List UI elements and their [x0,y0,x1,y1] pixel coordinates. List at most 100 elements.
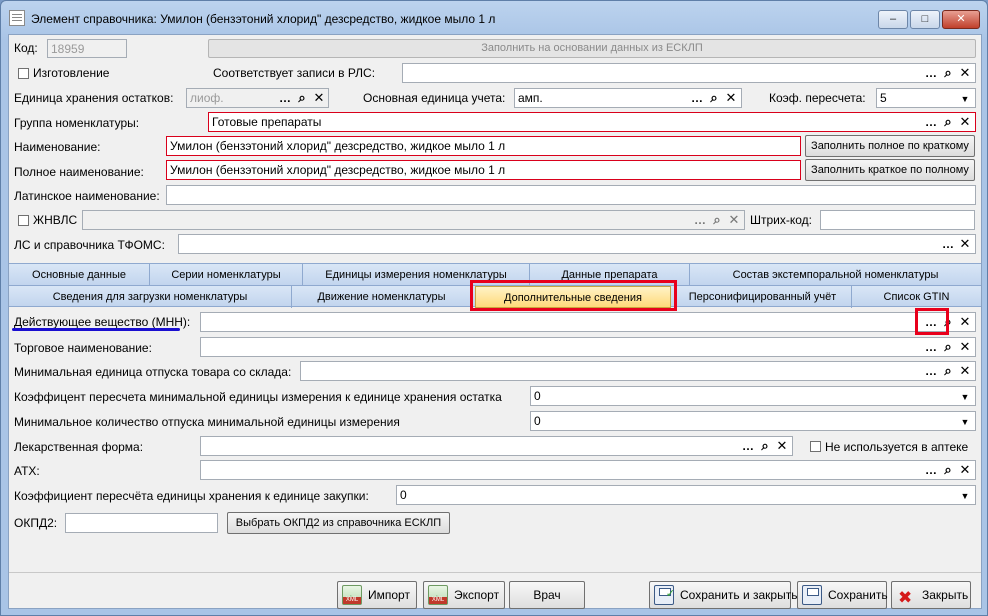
group-field[interactable]: Готовые препараты [208,112,976,132]
search-icon[interactable] [940,462,956,478]
full-name-label: Полное наименование: [14,165,144,179]
min-unit-field[interactable] [300,361,976,381]
conv-coef-label: Коэффицент пересчета минимальной единицы… [14,390,502,404]
tab-personal-accounting[interactable]: Персонифицированный учёт [674,286,852,308]
export-button[interactable]: Экспорт [423,581,505,611]
clear-icon[interactable] [723,90,739,106]
manufacture-label: Изготовление [33,66,110,80]
atc-field[interactable] [200,460,976,480]
clear-icon[interactable] [957,314,973,330]
search-icon[interactable] [709,212,725,228]
chevron-down-icon[interactable] [957,90,973,106]
tfoms-label: ЛС и справочника ТФОМС: [14,238,165,252]
code-field[interactable]: 18959 [47,39,127,58]
dosage-form-label: Лекарственная форма: [14,440,144,454]
not-used-checkbox[interactable] [810,441,821,452]
select-dots-icon[interactable] [923,65,939,81]
bottom-toolbar: Импорт Экспорт Врач Сохранить и закрыть … [9,572,981,611]
mnn-field[interactable] [200,312,976,332]
chevron-down-icon[interactable] [957,487,973,503]
close-icon [896,585,916,611]
chevron-down-icon[interactable] [957,413,973,429]
coef-select[interactable]: 5 [876,88,976,108]
full-name-input[interactable]: Умилон (бензэтоний хлорид" дезсредство, … [166,160,801,180]
purchase-coef-select[interactable]: 0 [396,485,976,505]
code-label: Код: [14,41,38,55]
select-dots-icon[interactable] [692,212,708,228]
tab-main-data[interactable]: Основные данные [9,264,150,286]
search-icon[interactable] [757,438,773,454]
search-icon[interactable] [940,65,956,81]
select-dots-icon[interactable] [923,462,939,478]
dots-button-highlight [915,308,949,335]
tab-extemporal[interactable]: Состав экстемпоральной номенклатуры [690,264,981,286]
title-bar[interactable]: Элемент справочника: Умилон (бензэтоний … [1,1,987,35]
maximize-button[interactable]: □ [910,10,940,29]
tab-upload-info[interactable]: Сведения для загрузки номенклатуры [9,286,292,308]
clear-icon[interactable] [774,438,790,454]
min-qty-select[interactable]: 0 [530,411,976,431]
fill-from-esklp-button[interactable]: Заполнить на основании данных из ЕСКЛП [208,39,976,58]
clear-icon[interactable] [957,236,973,252]
clear-icon[interactable] [957,65,973,81]
select-dots-icon[interactable] [923,114,939,130]
trade-name-label: Торговое наименование: [14,341,152,355]
barcode-label: Штрих-код: [750,213,812,227]
search-icon[interactable] [940,114,956,130]
name-input[interactable]: Умилон (бензэтоний хлорид" дезсредство, … [166,136,801,156]
chevron-down-icon[interactable] [957,388,973,404]
okpd2-select-button[interactable]: Выбрать ОКПД2 из справочника ЕСКЛП [227,512,450,534]
clear-icon[interactable] [957,363,973,379]
close-window-button[interactable]: ✕ [942,10,980,29]
select-dots-icon[interactable] [923,339,939,355]
search-icon[interactable] [940,363,956,379]
zhnvls-label: ЖНВЛС [33,213,78,227]
rls-input[interactable] [402,63,976,83]
okpd2-input[interactable] [65,513,218,533]
select-dots-icon[interactable] [689,90,705,106]
search-icon[interactable] [706,90,722,106]
clear-icon[interactable] [957,339,973,355]
search-icon[interactable] [940,339,956,355]
select-dots-icon[interactable] [740,438,756,454]
clear-icon[interactable] [957,114,973,130]
minimize-button[interactable]: – [878,10,908,29]
clear-icon[interactable] [957,462,973,478]
rls-label: Соответствует записи в РЛС: [213,66,376,80]
tfoms-field[interactable] [178,234,976,254]
okpd2-label: ОКПД2: [14,516,58,530]
doctor-button[interactable]: Врач [509,581,585,609]
clear-icon[interactable] [726,212,742,228]
save-label: Сохранить [828,588,888,602]
save-and-close-button[interactable]: Сохранить и закрыть [649,581,797,609]
export-label: Экспорт [454,588,500,602]
clear-icon[interactable] [311,90,327,106]
select-dots-icon[interactable] [940,236,956,252]
tab-gtin-list[interactable]: Список GTIN [852,286,981,308]
close-button[interactable]: Закрыть [891,581,971,611]
zhnvls-checkbox[interactable] [18,215,29,226]
min-qty-label: Минимальное количество отпуска минимальн… [14,415,400,429]
dosage-form-field[interactable] [200,436,793,456]
barcode-input[interactable] [820,210,975,230]
tab-movement[interactable]: Движение номенклатуры [292,286,472,308]
select-dots-icon[interactable] [923,363,939,379]
storage-unit-label: Единица хранения остатков: [14,91,174,105]
conv-coef-select[interactable]: 0 [530,386,976,406]
select-dots-icon[interactable] [277,90,293,106]
zhnvls-field[interactable] [82,210,745,230]
fill-full-button[interactable]: Заполнить полное по краткому [805,135,975,157]
trade-name-field[interactable] [200,337,976,357]
save-icon [802,585,822,605]
tab-series[interactable]: Серии номенклатуры [150,264,303,286]
storage-unit-field[interactable]: лиоф. [186,88,329,108]
save-button[interactable]: Сохранить [797,581,888,609]
fill-short-button[interactable]: Заполнить краткое по полному [805,159,975,181]
search-icon[interactable] [294,90,310,106]
import-button[interactable]: Импорт [337,581,417,611]
latin-input[interactable] [166,185,976,205]
main-unit-field[interactable]: амп. [514,88,742,108]
manufacture-checkbox[interactable] [18,68,29,79]
form-area: Код: 18959 Заполнить на основании данных… [8,34,982,611]
save-close-label: Сохранить и закрыть [680,588,798,602]
